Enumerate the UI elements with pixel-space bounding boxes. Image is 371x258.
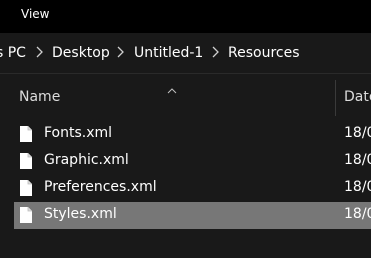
column-date-header[interactable]: Date	[344, 89, 371, 105]
ribbon: View	[0, 0, 371, 33]
file-date: 18/0	[344, 152, 371, 168]
file-name: Graphic.xml	[44, 152, 129, 168]
chevron-right-icon[interactable]	[117, 45, 125, 59]
file-icon	[19, 152, 33, 174]
file-row-preferences[interactable]: Preferences.xml 18/0	[14, 175, 371, 202]
chevron-right-icon[interactable]	[212, 45, 220, 59]
file-icon	[19, 179, 33, 201]
chevron-right-icon[interactable]	[36, 45, 44, 59]
column-divider[interactable]	[335, 80, 336, 116]
file-date: 18/0	[344, 125, 371, 141]
file-date: 18/0	[344, 206, 371, 222]
file-row-graphic[interactable]: Graphic.xml 18/0	[14, 148, 371, 175]
file-row-styles[interactable]: Styles.xml 18/0	[14, 202, 371, 229]
file-icon	[19, 125, 33, 147]
file-name: Preferences.xml	[44, 179, 157, 195]
file-row-fonts[interactable]: Fonts.xml 18/0	[14, 121, 371, 148]
breadcrumb-this-pc[interactable]: s PC	[0, 45, 26, 61]
breadcrumb-resources[interactable]: Resources	[228, 45, 300, 61]
breadcrumb-desktop[interactable]: Desktop	[52, 45, 110, 61]
address-bar[interactable]: s PC Desktop Untitled-1 Resources	[0, 33, 371, 74]
sort-ascending-icon	[167, 79, 177, 98]
column-header: Name Date	[0, 73, 371, 119]
file-name: Fonts.xml	[44, 125, 113, 141]
tab-view[interactable]: View	[21, 7, 49, 21]
column-name-header[interactable]: Name	[19, 89, 60, 105]
file-name: Styles.xml	[44, 206, 117, 222]
file-icon	[19, 206, 33, 228]
breadcrumb-untitled-1[interactable]: Untitled-1	[134, 45, 203, 61]
file-date: 18/0	[344, 179, 371, 195]
